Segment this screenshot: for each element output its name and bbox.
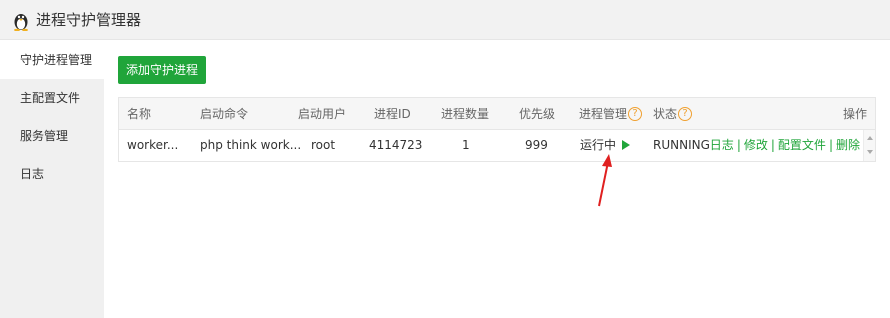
process-table: 名称 启动命令 启动用户 进程ID 进程数量 优先级 进程管理? 状态? 操作 … <box>118 97 876 162</box>
add-daemon-button[interactable]: 添加守护进程 <box>118 56 206 84</box>
cell-command: php think work... <box>200 138 302 152</box>
sidebar-item-label: 日志 <box>20 167 45 181</box>
header-pid: 进程ID <box>374 107 411 121</box>
cell-status: RUNNING <box>653 138 710 152</box>
header-manage-label: 进程管理 <box>579 107 628 121</box>
header-command: 启动命令 <box>200 107 249 121</box>
title-bar: 进程守护管理器 <box>0 0 890 40</box>
log-link[interactable]: 日志 <box>710 138 734 152</box>
sidebar-item-main-config[interactable]: 主配置文件 <box>0 79 104 117</box>
cell-name: worker... <box>127 138 179 152</box>
cell-pid: 4114723 <box>369 138 423 152</box>
cell-user: root <box>311 138 336 152</box>
header-status-label: 状态 <box>653 107 678 121</box>
header-ops: 操作 <box>842 107 867 121</box>
app-title: 进程守护管理器 <box>36 11 142 29</box>
separator: | <box>770 138 775 152</box>
sidebar-item-label: 服务管理 <box>20 129 69 143</box>
penguin-icon <box>14 14 28 31</box>
separator: | <box>736 138 741 152</box>
cell-count: 1 <box>462 138 470 152</box>
separator: | <box>828 138 833 152</box>
help-icon[interactable]: ? <box>628 106 643 121</box>
scroll-up-icon[interactable] <box>867 136 873 140</box>
config-file-link[interactable]: 配置文件 <box>778 138 826 152</box>
sidebar-item-label: 守护进程管理 <box>20 53 93 67</box>
sidebar-item-label: 主配置文件 <box>20 91 81 105</box>
sidebar-item-process-manage[interactable]: 守护进程管理 <box>0 41 104 79</box>
header-priority: 优先级 <box>519 107 556 121</box>
annotation-arrow-icon <box>598 154 612 207</box>
play-icon <box>622 139 631 150</box>
header-count: 进程数量 <box>441 107 490 121</box>
run-state-label: 运行中 <box>580 138 617 152</box>
help-icon[interactable]: ? <box>678 106 693 121</box>
sidebar-item-log[interactable]: 日志 <box>0 155 104 193</box>
header-status: 状态? <box>653 98 693 129</box>
table-row: worker... php think work... root 4114723… <box>119 130 875 161</box>
delete-link[interactable]: 删除 <box>836 138 860 152</box>
header-manage: 进程管理? <box>579 98 643 129</box>
table-header: 名称 启动命令 启动用户 进程ID 进程数量 优先级 进程管理? 状态? 操作 <box>119 98 875 130</box>
row-actions: 日志 | 修改 | 配置文件 | 删除 <box>710 130 860 161</box>
sidebar-item-service-manage[interactable]: 服务管理 <box>0 117 104 155</box>
scroll-down-icon[interactable] <box>867 150 873 154</box>
sidebar: 守护进程管理 主配置文件 服务管理 日志 <box>0 41 104 318</box>
table-scrollbar[interactable] <box>863 130 875 161</box>
header-name: 名称 <box>127 107 152 121</box>
header-user: 启动用户 <box>298 107 347 121</box>
edit-link[interactable]: 修改 <box>744 138 768 152</box>
cell-priority: 999 <box>525 138 548 152</box>
